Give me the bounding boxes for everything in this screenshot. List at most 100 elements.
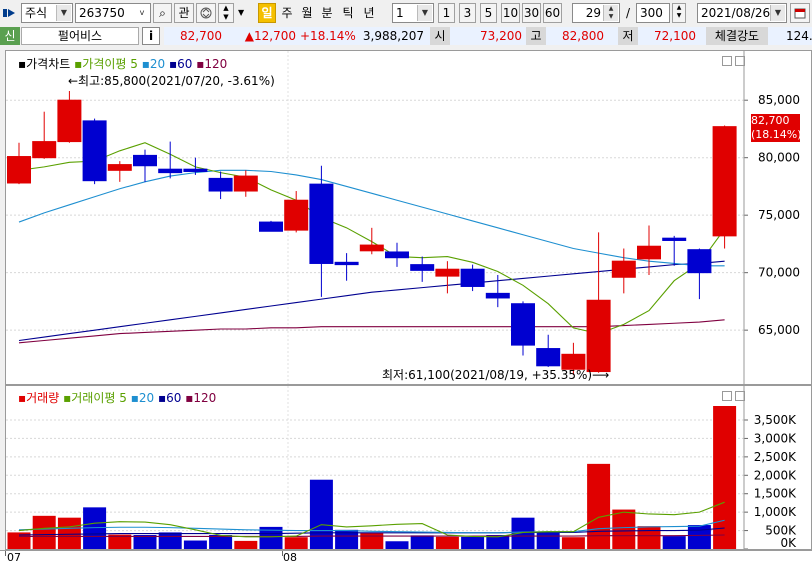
period-week-button[interactable]: 주 (279, 3, 295, 23)
candle-body (82, 120, 107, 182)
candle-body (233, 175, 258, 192)
candle-body (687, 249, 712, 274)
candle-body (385, 251, 409, 259)
volume-bar (309, 479, 333, 549)
price-ma60-label: 60 (177, 57, 193, 71)
strength-value-text: 124.1 (786, 29, 812, 43)
price-axis-label: 80,000 (758, 151, 800, 165)
related-button[interactable]: 관 (174, 3, 194, 23)
current-price-tag: 82,700 (18.14%) (751, 114, 802, 142)
price-ma5-label: 5 (130, 57, 138, 71)
info-button[interactable]: i (142, 27, 160, 45)
period-tick-button[interactable]: 틱 (340, 3, 356, 23)
candle-body (637, 245, 661, 260)
period-day-button[interactable]: 일 (258, 3, 276, 23)
low-price: 72,100 (640, 27, 696, 45)
candle-body (309, 183, 334, 264)
candle-body (511, 303, 535, 346)
period-minute-button[interactable]: 분 (319, 3, 335, 23)
high-price-value: 82,800 (562, 29, 604, 43)
volume-chart-panel[interactable]: 3,500K 3,000K 2,500K 2,000K 1,500K 1,000K 500K… (5, 385, 812, 550)
chart-type-icon[interactable] (3, 7, 17, 19)
price-ma-label: 가격이평 (82, 57, 127, 71)
period-week-label: 주 (281, 6, 293, 20)
interval-30-button[interactable]: 30 (522, 3, 541, 23)
volume-axis-label: 0K (780, 536, 797, 549)
interval-60-button[interactable]: 60 (543, 3, 562, 23)
volume-panel-minimize-icon[interactable] (722, 391, 732, 401)
date-input[interactable]: 2021/08/26 ▼ (697, 3, 787, 23)
volume-axis-label: 3,000K (754, 431, 797, 445)
panel-minimize-icon[interactable] (722, 56, 732, 66)
bar-count-input[interactable]: 29 ▲ ▼ (572, 3, 620, 23)
volume-bar (410, 535, 434, 549)
calendar-button[interactable] (790, 3, 810, 23)
period-month-label: 월 (301, 6, 313, 20)
x-axis-label-july-text: 07 (7, 551, 21, 564)
candle-body (158, 168, 183, 174)
strength-value: 124.1 (772, 27, 812, 45)
candle-body (611, 260, 636, 278)
high-label-text: 고 (530, 29, 542, 43)
high-label: 고 (526, 27, 546, 45)
volume-bar (57, 517, 81, 549)
calendar-icon (794, 8, 806, 19)
stock-name-label: 펄어비스 (57, 29, 103, 43)
interval-60-label: 60 (544, 6, 561, 20)
volume-ma5-label: 5 (119, 391, 127, 405)
price-axis-label: 85,000 (758, 93, 800, 107)
market-select-value: 주식 (25, 6, 48, 20)
credit-tag: 신 (0, 27, 20, 45)
dropdown-arrow-icon[interactable]: ▼ (238, 8, 244, 17)
max-price-text: ←최고:85,800(2021/07/20, -3.61%) (68, 74, 275, 88)
low-label: 저 (618, 27, 638, 45)
panel-maximize-icon[interactable] (735, 56, 745, 66)
market-select[interactable]: 주식 ▼ (21, 3, 73, 23)
period-year-button[interactable]: 년 (361, 3, 377, 23)
period-tick-label: 틱 (342, 6, 354, 20)
volume-bar (284, 537, 308, 549)
scroll-button[interactable] (196, 3, 216, 23)
max-price-annotation: ←최고:85,800(2021/07/20, -3.61%) (68, 72, 275, 89)
interval-1-button[interactable]: 1 (438, 3, 455, 23)
count-apply-button[interactable]: ▲ ▼ (672, 3, 686, 23)
interval-5-button[interactable]: 5 (480, 3, 497, 23)
interval-10-button[interactable]: 10 (501, 3, 520, 23)
interval-5-label: 5 (484, 6, 493, 20)
candle-body (712, 126, 737, 237)
x-axis: 07 08 (0, 550, 812, 566)
volume-panel-maximize-icon[interactable] (735, 391, 745, 401)
interval-select[interactable]: 1 ▼ (392, 3, 434, 23)
search-button[interactable]: ⌕ (153, 3, 172, 23)
scroll-icon (200, 7, 212, 19)
volume-bar (662, 536, 686, 549)
period-month-button[interactable]: 월 (299, 3, 315, 23)
chevron-down-icon[interactable]: v (135, 5, 149, 21)
price-axis-label: 75,000 (758, 208, 800, 222)
candle-body (284, 199, 309, 231)
high-price: 82,800 (548, 27, 604, 45)
volume-axis-label: 3,500K (754, 413, 797, 427)
calendar-dropdown-icon[interactable]: ▼ (770, 5, 785, 21)
volume-bar (209, 534, 233, 549)
strength-label: 체결강도 (706, 27, 768, 45)
volume-bar (687, 525, 711, 549)
spin-button[interactable]: ▲ ▼ (218, 3, 234, 23)
chevron-down-icon[interactable]: ▼ (417, 5, 432, 21)
candle-body (133, 154, 157, 167)
period-year-label: 년 (363, 6, 375, 20)
volume-chart: 3,500K3,000K2,500K2,000K1,500K1,000K500K… (6, 386, 797, 549)
max-count-value: 300 (640, 6, 663, 20)
candle-body (662, 237, 687, 241)
stock-code-input[interactable]: 263750 v (75, 3, 151, 23)
trade-volume: 3,988,207 (356, 27, 424, 45)
spin-icon[interactable]: ▲ ▼ (603, 5, 618, 21)
interval-3-button[interactable]: 3 (459, 3, 476, 23)
max-count-input[interactable]: 300 (636, 3, 670, 23)
period-minute-label: 분 (321, 6, 333, 20)
candle-body (208, 177, 233, 192)
price-chart-panel[interactable]: 85,000 80,000 75,000 70,000 65,000 ▪가격차트 ▪가격… (5, 50, 812, 385)
chevron-down-icon[interactable]: ▼ (56, 5, 71, 21)
candle-body (57, 99, 82, 143)
volume-bar (435, 536, 459, 549)
